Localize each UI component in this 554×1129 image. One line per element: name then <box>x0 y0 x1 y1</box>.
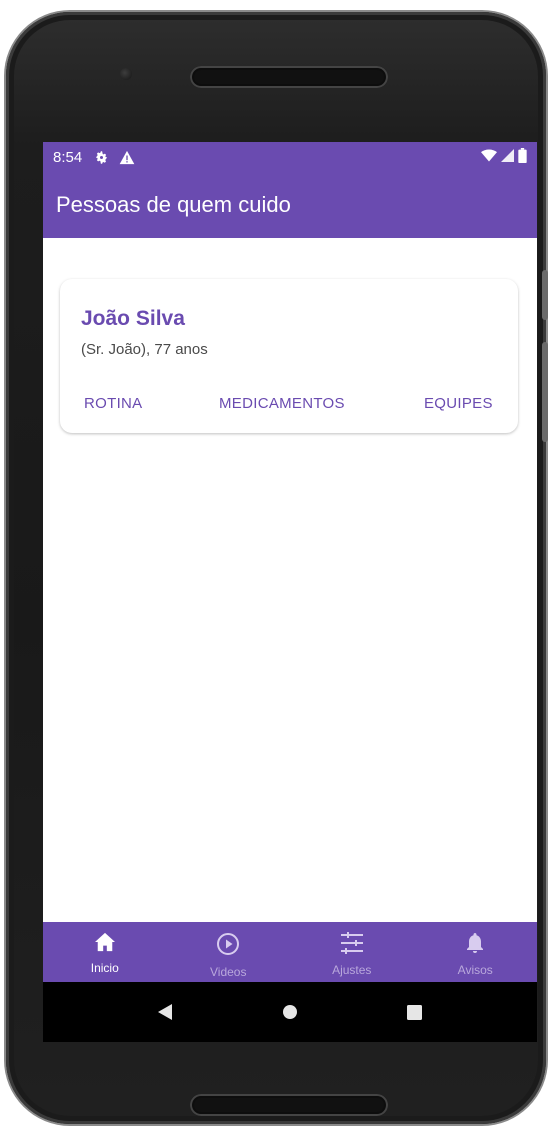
bell-icon <box>465 932 485 959</box>
nav-label: Inicio <box>90 961 119 975</box>
nav-label: Videos <box>210 965 247 979</box>
status-right-icons <box>481 147 527 167</box>
nav-item-videos[interactable]: Videos <box>167 922 291 982</box>
power-button <box>542 270 548 320</box>
page-title: Pessoas de quem cuido <box>56 192 291 217</box>
home-circle-icon[interactable] <box>270 992 310 1032</box>
home-icon <box>94 932 116 957</box>
nav-item-inicio[interactable]: Inicio <box>43 922 167 982</box>
rotina-button[interactable]: ROTINA <box>84 395 142 412</box>
person-name: João Silva <box>81 307 185 330</box>
bottom-nav: Inicio Videos Ajustes Avisos <box>43 922 537 982</box>
bottom-speaker <box>190 1094 388 1116</box>
phone-frame: 8:54 Pessoas de quem cuido João Silva (S… <box>6 12 548 1124</box>
warning-icon <box>119 150 135 165</box>
front-camera <box>120 68 132 80</box>
nav-label: Avisos <box>457 963 493 977</box>
recents-icon[interactable] <box>395 992 435 1032</box>
volume-button <box>542 342 548 442</box>
medicamentos-button[interactable]: MEDICAMENTOS <box>219 395 345 412</box>
person-info: (Sr. João), 77 anos <box>81 341 208 358</box>
play-circle-icon <box>216 932 240 961</box>
wifi-icon <box>481 149 497 166</box>
status-bar: 8:54 <box>43 142 537 172</box>
nav-item-ajustes[interactable]: Ajustes <box>290 922 414 982</box>
status-time: 8:54 <box>53 148 83 166</box>
back-icon[interactable] <box>145 992 185 1032</box>
signal-icon <box>501 148 514 166</box>
system-nav-bar <box>43 982 537 1042</box>
earpiece-speaker <box>190 66 388 88</box>
equipes-button[interactable]: EQUIPES <box>424 395 493 412</box>
gear-icon <box>94 150 109 165</box>
person-card[interactable]: João Silva (Sr. João), 77 anos ROTINA ME… <box>60 279 518 433</box>
nav-label: Ajustes <box>332 963 372 977</box>
app-bar: Pessoas de quem cuido <box>43 172 537 238</box>
sliders-icon <box>340 932 364 959</box>
nav-item-avisos[interactable]: Avisos <box>414 922 538 982</box>
screen: 8:54 Pessoas de quem cuido João Silva (S… <box>43 142 537 1042</box>
battery-icon <box>518 147 527 167</box>
